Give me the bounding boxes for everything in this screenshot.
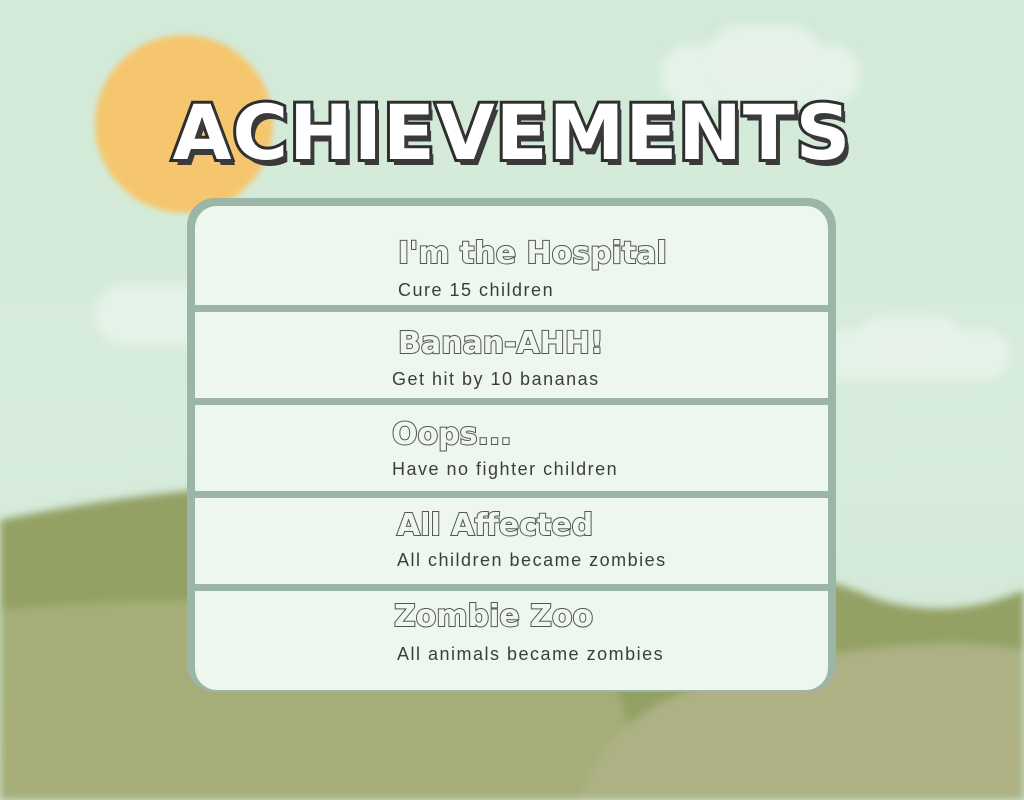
achievement-description: Have no fighter children	[392, 459, 619, 479]
achievement-title: All Affected	[396, 507, 594, 544]
achievement-description: All animals became zombies	[397, 644, 665, 664]
achievement-row: Oops... Have no fighter children	[195, 405, 828, 491]
achievement-row: All Affected All children became zombies	[195, 498, 828, 584]
achievement-title: Banan-AHH!	[397, 325, 605, 362]
achievement-title: Zombie Zoo	[393, 598, 594, 635]
achievement-title: I'm the Hospital	[397, 235, 668, 272]
achievement-row: Zombie Zoo All animals became zombies	[195, 591, 828, 690]
achievement-row: Banan-AHH! Get hit by 10 bananas	[195, 312, 828, 398]
achievement-row: I'm the Hospital Cure 15 children	[195, 206, 828, 305]
achievements-panel: I'm the Hospital Cure 15 children Banan-…	[187, 198, 836, 692]
achievement-description: Cure 15 children	[398, 280, 555, 300]
achievement-description: Get hit by 10 bananas	[392, 369, 600, 389]
achievement-title: Oops...	[391, 416, 513, 453]
achievement-description: All children became zombies	[397, 550, 667, 570]
page-title: ACHIEVEMENTS	[170, 85, 854, 180]
